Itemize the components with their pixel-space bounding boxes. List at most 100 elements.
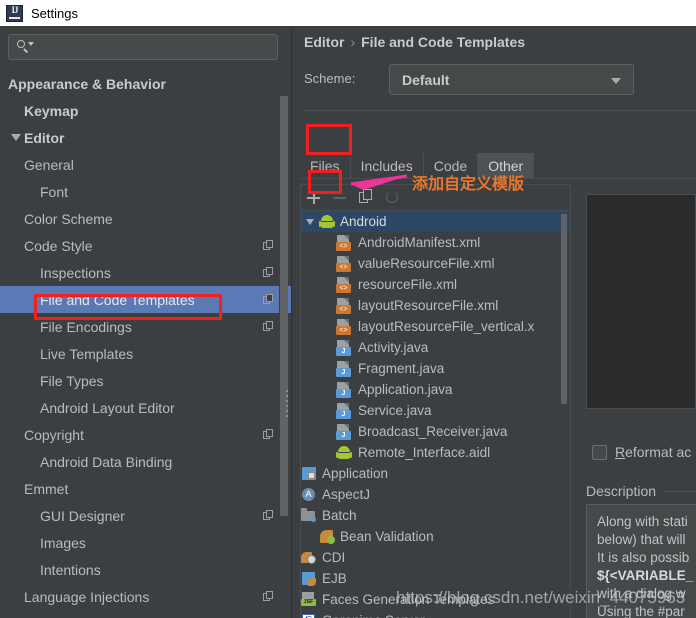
reformat-label-mnemonic: R xyxy=(615,444,626,460)
template-row[interactable]: G Geronimo Server xyxy=(301,610,570,618)
sidebar-item-label: General xyxy=(24,156,74,173)
template-row[interactable]: A AspectJ xyxy=(301,484,570,505)
sidebar-item-label: GUI Designer xyxy=(40,507,125,524)
template-row[interactable]: <> layoutResourceFile.xml xyxy=(301,295,570,316)
template-row-label: Batch xyxy=(322,508,357,523)
template-row[interactable]: J Activity.java xyxy=(301,337,570,358)
sidebar-item-label: Emmet xyxy=(24,480,69,497)
template-row[interactable]: Remote_Interface.aidl xyxy=(301,442,570,463)
add-template-button[interactable] xyxy=(301,186,327,210)
settings-detail-panel: Editor › File and Code Templates Scheme: D… xyxy=(292,26,696,618)
sidebar-item-label: Android Layout Editor xyxy=(40,399,175,416)
template-list-rows: Android <> AndroidManifest.xml <> valueResou… xyxy=(301,211,570,618)
template-row[interactable]: <> AndroidManifest.xml xyxy=(301,232,570,253)
sidebar-item-android-layout-editor[interactable]: Android Layout Editor xyxy=(0,394,292,421)
template-list-scrollbar-thumb[interactable] xyxy=(561,214,567,404)
copy-settings-icon[interactable] xyxy=(263,240,274,251)
sidebar-item-color-scheme[interactable]: Color Scheme xyxy=(0,205,292,232)
sidebar-item-general[interactable]: General xyxy=(0,151,292,178)
reformat-checkbox[interactable] xyxy=(592,444,607,460)
template-row[interactable]: <> resourceFile.xml xyxy=(301,274,570,295)
template-editor-area[interactable] xyxy=(586,194,696,409)
description-line: below) that will xyxy=(597,532,686,547)
template-row[interactable]: Android xyxy=(301,211,570,232)
template-row-label: Application.java xyxy=(358,382,453,397)
breadcrumb-current: File and Code Templates xyxy=(361,34,526,50)
intellij-idea-icon xyxy=(6,4,23,22)
scheme-row: Scheme: Default xyxy=(304,64,684,96)
sidebar-item-label: File Encodings xyxy=(40,318,132,335)
java-file-icon: J xyxy=(336,360,353,377)
folder-icon xyxy=(301,507,318,524)
sidebar-item-live-templates[interactable]: Live Templates xyxy=(0,340,292,367)
template-row-label: Broadcast_Receiver.java xyxy=(358,424,508,439)
chevron-down-icon[interactable] xyxy=(301,218,319,225)
ejb-icon xyxy=(301,571,318,587)
sidebar-item-label: Color Scheme xyxy=(24,210,113,227)
template-row[interactable]: Application xyxy=(301,463,570,484)
template-row[interactable]: <> valueResourceFile.xml xyxy=(301,253,570,274)
sidebar-item-label: Appearance & Behavior xyxy=(8,75,166,92)
sidebar-item-file-and-code-templates[interactable]: File and Code Templates xyxy=(0,286,292,313)
android-icon xyxy=(319,214,336,230)
sidebar-item-intentions[interactable]: Intentions xyxy=(0,556,292,583)
copy-settings-icon[interactable] xyxy=(263,294,274,305)
sidebar-item-appearance-behavior[interactable]: Appearance & Behavior xyxy=(0,70,292,97)
template-row-label: Service.java xyxy=(358,403,432,418)
template-row[interactable]: Bean Validation xyxy=(301,526,570,547)
sidebar-item-gui-designer[interactable]: GUI Designer xyxy=(0,502,292,529)
settings-category-tree: Appearance & Behavior Keymap Editor General… xyxy=(0,70,292,618)
reformat-label: Reformat ac xyxy=(615,444,691,460)
template-row[interactable]: J Service.java xyxy=(301,400,570,421)
scheme-dropdown[interactable]: Default xyxy=(389,64,634,95)
copy-settings-icon[interactable] xyxy=(263,429,274,440)
sidebar-item-images[interactable]: Images xyxy=(0,529,292,556)
search-icon xyxy=(17,40,34,54)
sidebar-item-android-data-binding[interactable]: Android Data Binding xyxy=(0,448,292,475)
xml-file-icon: <> xyxy=(336,318,353,335)
breadcrumb-parent[interactable]: Editor xyxy=(304,34,344,50)
template-row[interactable]: Batch xyxy=(301,505,570,526)
search-input[interactable] xyxy=(35,38,271,58)
copy-settings-icon[interactable] xyxy=(263,267,274,278)
sidebar-item-code-style[interactable]: Code Style xyxy=(0,232,292,259)
watermark-text: https://blog.csdn.net/weixin_44075963 xyxy=(396,588,686,607)
template-row[interactable]: J Broadcast_Receiver.java xyxy=(301,421,570,442)
search-box[interactable] xyxy=(8,34,278,60)
template-row-label: valueResourceFile.xml xyxy=(358,256,495,271)
sidebar-item-keymap[interactable]: Keymap xyxy=(0,97,292,124)
sidebar-item-file-types[interactable]: File Types xyxy=(0,367,292,394)
chevron-down-icon[interactable] xyxy=(8,134,24,141)
xml-file-icon: <> xyxy=(336,297,353,314)
java-file-icon: J xyxy=(336,339,353,356)
reformat-checkbox-row[interactable]: Reformat ac xyxy=(592,444,691,460)
sidebar-item-label: Intentions xyxy=(40,561,101,578)
sidebar-item-file-encodings[interactable]: File Encodings xyxy=(0,313,292,340)
panel-splitter-handle[interactable] xyxy=(285,390,290,417)
copy-settings-icon[interactable] xyxy=(263,591,274,602)
template-list: Android <> AndroidManifest.xml <> valueResou… xyxy=(300,210,571,618)
sidebar-item-copyright[interactable]: Copyright xyxy=(0,421,292,448)
sidebar-scrollbar-thumb[interactable] xyxy=(280,96,288,516)
copy-settings-icon[interactable] xyxy=(263,321,274,332)
sidebar-item-label: Copyright xyxy=(24,426,84,443)
template-row[interactable]: J Application.java xyxy=(301,379,570,400)
template-row[interactable]: CDI xyxy=(301,547,570,568)
breadcrumb: Editor › File and Code Templates xyxy=(304,34,525,50)
sidebar-item-emmet[interactable]: Emmet xyxy=(0,475,292,502)
bean-icon xyxy=(319,529,336,545)
description-line: It is also possib xyxy=(597,550,690,565)
sidebar-item-editor[interactable]: Editor xyxy=(0,124,292,151)
sidebar-item-language-injections[interactable]: Language Injections xyxy=(0,583,292,610)
sidebar-item-label: File and Code Templates xyxy=(40,291,195,308)
template-row[interactable]: J Fragment.java xyxy=(301,358,570,379)
template-row[interactable]: EJB xyxy=(301,568,570,589)
template-list-scrollbar-track[interactable] xyxy=(561,212,569,618)
template-row[interactable]: <> layoutResourceFile_vertical.x xyxy=(301,316,570,337)
sidebar-item-inspections[interactable]: Inspections xyxy=(0,259,292,286)
sidebar-item-label: Code Style xyxy=(24,237,93,254)
copy-settings-icon[interactable] xyxy=(263,510,274,521)
sidebar-item-font[interactable]: Font xyxy=(0,178,292,205)
sidebar-item-label: Android Data Binding xyxy=(40,453,173,470)
template-row-label: EJB xyxy=(322,571,347,586)
